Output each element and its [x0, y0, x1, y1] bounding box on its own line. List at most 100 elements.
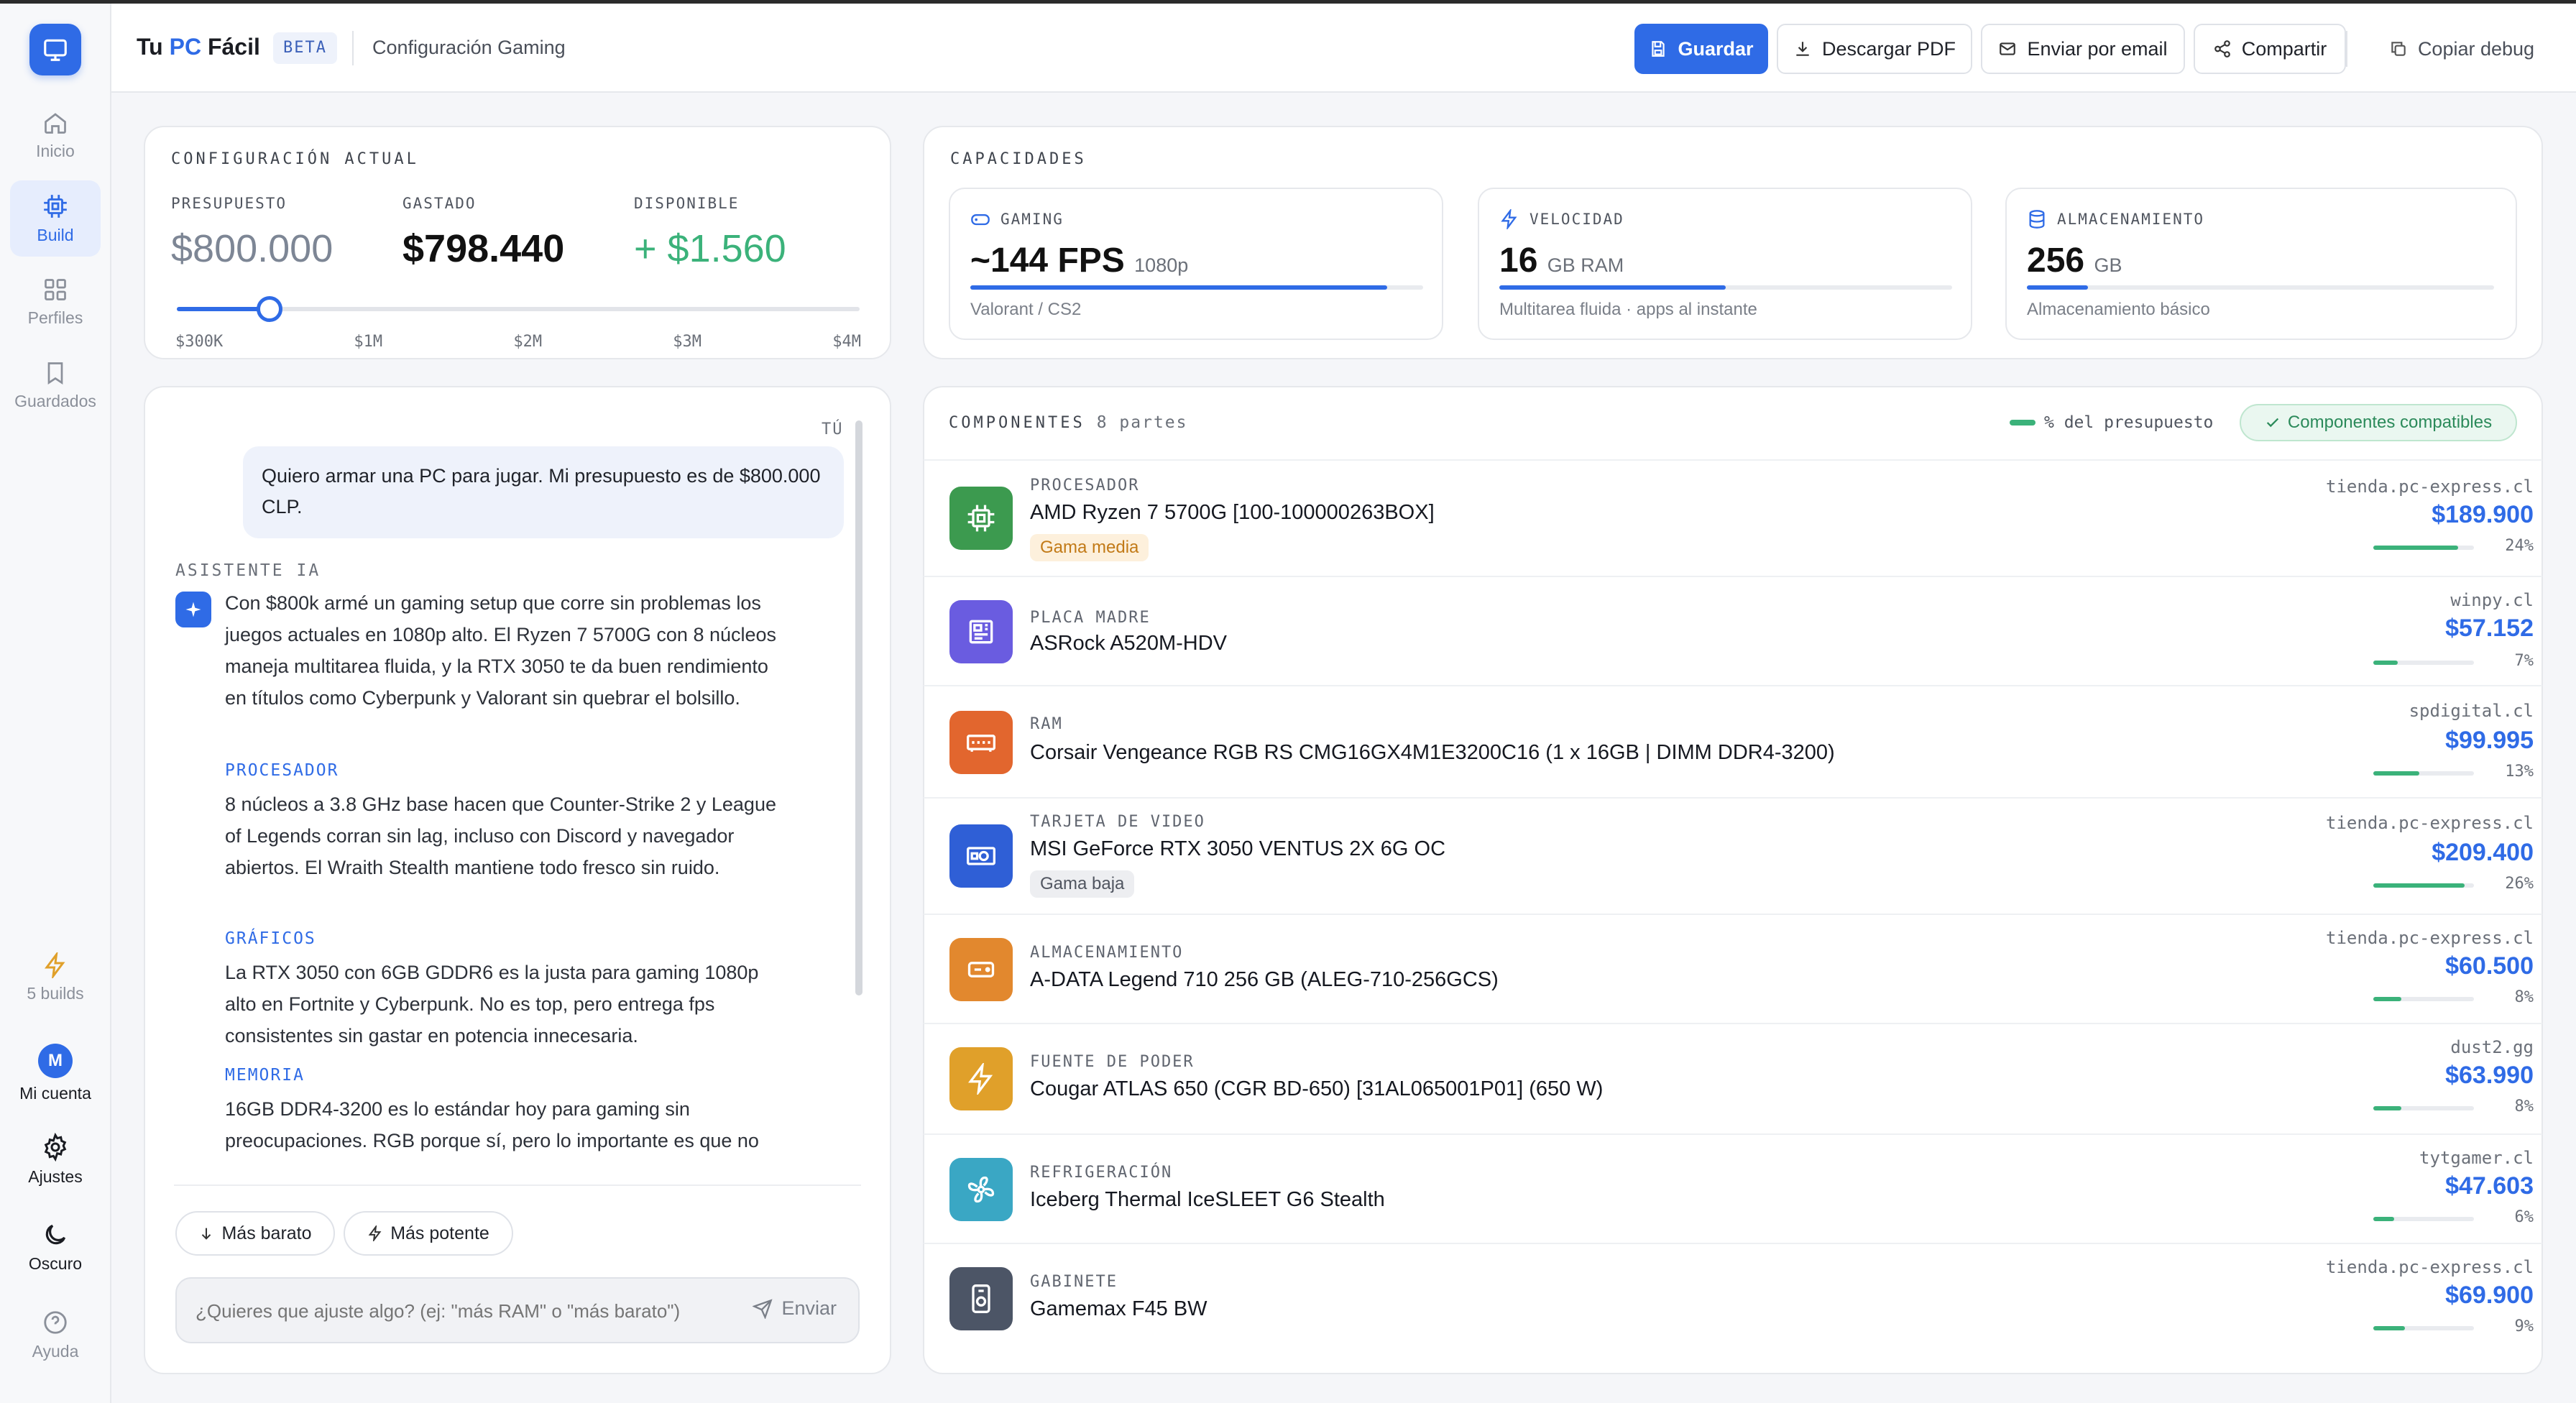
component-category: PROCESADOR [1030, 477, 1140, 494]
store-link[interactable]: tienda.pc-express.cl [2326, 1257, 2534, 1277]
sidebar: Inicio Build Perfiles Guardados 5 builds… [0, 4, 111, 1403]
app-brand[interactable]: Tu PC Fácil [137, 34, 260, 60]
avatar: M [38, 1043, 73, 1078]
store-link[interactable]: tienda.pc-express.cl [2326, 477, 2534, 497]
component-category: FUENTE DE PODER [1030, 1053, 1195, 1071]
copy-debug-button[interactable]: Copiar debug [2372, 24, 2552, 74]
case-icon [972, 1284, 990, 1313]
compatible-badge: Componentes compatibles [2240, 404, 2517, 441]
assistant-avatar [175, 592, 211, 627]
page-subtitle: Configuración Gaming [372, 37, 566, 58]
dark-mode-toggle[interactable]: Oscuro [10, 1213, 101, 1282]
component-row[interactable]: REFRIGERACIÓN Iceberg Thermal IceSLEET G… [924, 1133, 2542, 1243]
store-link[interactable]: spdigital.cl [2409, 701, 2534, 721]
download-pdf-button[interactable]: Descargar PDF [1777, 24, 1972, 74]
config-title: CONFIGURACIÓN ACTUAL [171, 150, 419, 168]
copy-icon [2391, 42, 2406, 56]
component-category: REFRIGERACIÓN [1030, 1164, 1173, 1182]
email-button[interactable]: Enviar por email [1981, 24, 2185, 74]
cpu-icon [967, 505, 995, 532]
component-row[interactable]: PLACA MADRE ASRock A520M-HDV winpy.cl $5… [924, 576, 2542, 685]
store-link[interactable]: tytgamer.cl [2419, 1148, 2534, 1168]
spent-label: GASTADO [402, 195, 477, 212]
account-button[interactable]: M Mi cuenta [10, 1039, 101, 1108]
slider-handle[interactable] [257, 296, 283, 322]
component-row[interactable]: ALMACENAMIENTO A-DATA Legend 710 256 GB … [924, 914, 2542, 1023]
beta-badge: BETA [273, 32, 337, 64]
store-link[interactable]: winpy.cl [2450, 590, 2534, 610]
component-category: TARJETA DE VIDEO [1030, 813, 1205, 831]
budget-percent: 24% [2505, 537, 2534, 555]
component-price: $57.152 [2445, 615, 2534, 642]
component-row[interactable]: PROCESADOR AMD Ryzen 7 5700G [100-100000… [924, 459, 2542, 576]
store-link[interactable]: tienda.pc-express.cl [2326, 928, 2534, 948]
component-category: ALMACENAMIENTO [1030, 944, 1184, 962]
user-message: Quiero armar una PC para jugar. Mi presu… [243, 446, 844, 538]
save-icon [1652, 41, 1665, 57]
component-row[interactable]: RAM Corsair Vengeance RGB RS CMG16GX4M1E… [924, 685, 2542, 797]
builds-counter[interactable]: 5 builds [10, 945, 101, 1010]
chat-input[interactable] [196, 1293, 713, 1329]
budget-bar [2373, 1217, 2474, 1221]
chat-scrollbar[interactable] [855, 420, 862, 995]
budget-percent: 7% [2514, 652, 2534, 670]
slider-tick: $300K [175, 333, 224, 351]
cpu-icon [44, 194, 67, 218]
gamepad-icon [971, 214, 990, 226]
component-name: Corsair Vengeance RGB RS CMG16GX4M1E3200… [1030, 741, 1835, 764]
component-price: $189.900 [2432, 501, 2534, 528]
drive-icon [967, 962, 995, 978]
store-link[interactable]: tienda.pc-express.cl [2326, 813, 2534, 833]
store-link[interactable]: dust2.gg [2450, 1037, 2534, 1057]
database-icon [2029, 210, 2045, 229]
capacity-speed: VELOCIDAD 16 GB RAM Multitarea fluida · … [1478, 188, 1972, 340]
component-price: $209.400 [2432, 839, 2534, 866]
budget-bar [2373, 546, 2474, 550]
gear-icon [44, 1132, 67, 1162]
save-button[interactable]: Guardar [1634, 24, 1768, 74]
slider-ticks: $300K $1M $2M $3M $4M [175, 333, 861, 351]
section-text: 8 núcleos a 3.8 GHz base hacen que Count… [225, 794, 776, 878]
cheaper-button[interactable]: Más barato [175, 1211, 335, 1256]
slider-tick: $1M [354, 333, 383, 351]
send-button[interactable]: Enviar [753, 1297, 837, 1320]
app-logo[interactable] [29, 24, 81, 75]
component-row[interactable]: TARJETA DE VIDEO MSI GeForce RTX 3050 VE… [924, 797, 2542, 914]
fan-icon [967, 1176, 995, 1203]
component-category: PLACA MADRE [1030, 609, 1151, 627]
header-divider [352, 31, 354, 65]
nav-guardados[interactable]: Guardados [10, 347, 101, 423]
slider-tick: $3M [673, 333, 702, 351]
user-label: TÚ [822, 420, 844, 438]
share-button[interactable]: Compartir [2194, 24, 2346, 74]
component-row[interactable]: FUENTE DE PODER Cougar ATLAS 650 (CGR BD… [924, 1023, 2542, 1133]
capacity-gaming: GAMING ~144 FPS 1080p Valorant / CS2 [949, 188, 1443, 340]
component-name: Gamemax F45 BW [1030, 1297, 1208, 1320]
nav-build[interactable]: Build [10, 180, 101, 257]
budget-bar [2373, 1106, 2474, 1110]
budget-percent: 13% [2505, 763, 2534, 781]
component-price: $99.995 [2445, 727, 2534, 754]
bolt-icon [45, 952, 65, 978]
budget-bar [2373, 997, 2474, 1001]
spent-value: $798.440 [402, 227, 565, 270]
settings-button[interactable]: Ajustes [10, 1125, 101, 1194]
chat-divider [174, 1184, 861, 1186]
component-row[interactable]: GABINETE Gamemax F45 BW tienda.pc-expres… [924, 1243, 2542, 1351]
budget-label: PRESUPUESTO [171, 195, 288, 212]
budget-slider[interactable] [177, 296, 860, 322]
help-button[interactable]: Ayuda [10, 1300, 101, 1369]
component-price: $69.900 [2445, 1282, 2534, 1309]
available-label: DISPONIBLE [634, 195, 740, 212]
budget-bar [2373, 771, 2474, 776]
component-name: Iceberg Thermal IceSLEET G6 Stealth [1030, 1188, 1385, 1211]
motherboard-icon [969, 620, 993, 644]
stronger-button[interactable]: Más potente [344, 1211, 513, 1256]
nav-inicio[interactable]: Inicio [10, 97, 101, 173]
share-icon [2214, 40, 2230, 58]
nav-perfiles[interactable]: Perfiles [10, 264, 101, 340]
bolt-icon [968, 1063, 993, 1095]
section-text: 16GB DDR4-3200 es lo estándar hoy para g… [225, 1098, 759, 1151]
budget-percent: 8% [2514, 988, 2534, 1006]
section-title: MEMORIA [225, 1066, 305, 1085]
